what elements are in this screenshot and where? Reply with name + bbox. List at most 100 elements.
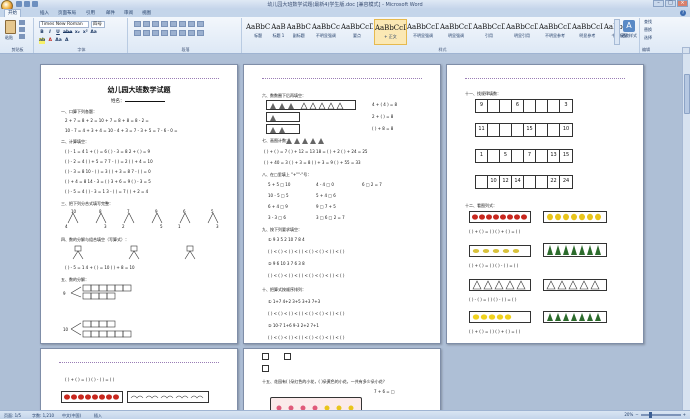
word-count[interactable]: 字数: 1,210 [32,413,54,419]
formula-line: ( ) + ( ) = ( ) ( ) + ( ) = ( ) [469,229,521,234]
change-case-button[interactable]: Aa [90,30,97,36]
page-decoration [262,78,422,81]
tab-mailings[interactable]: 邮件 [106,10,115,16]
tab-references[interactable]: 引用 [86,10,95,16]
copy-icon[interactable] [19,27,25,32]
replace-button[interactable]: 替换 [644,27,652,33]
select-button[interactable]: 选择 [644,35,652,41]
bird-picture [127,391,209,403]
section-heading: 一、口算下列各题： [61,109,97,114]
align-right-icon[interactable] [152,30,159,36]
text-line: ( ) - 5 = 4 ( ) - 3 = 1 3 - ( ) = 7 ( ) … [65,189,149,194]
align-center-icon[interactable] [143,30,150,36]
cut-icon[interactable] [19,20,25,25]
svg-text:10: 10 [71,209,77,214]
tab-view[interactable]: 视图 [142,10,151,16]
scroll-thumb[interactable] [684,74,690,114]
formula-line: ( ) + ( ) = ( ) ( ) + ( ) = ( ) [469,329,521,334]
char-border-button[interactable]: A [64,38,70,44]
equation: 7 + 6 = □ [374,389,395,394]
tab-review[interactable]: 审阅 [124,10,133,16]
superscript-button[interactable]: x² [82,30,88,36]
page-5[interactable]: 十五、花园有( )朵红色的小花，( )朵黄色的小花，一共有多少朵小花？ 7 + … [243,348,441,410]
close-button[interactable]: × [677,0,688,7]
highlight-button[interactable]: ab [39,38,46,44]
text-line: ( ) < ( ) < ( ) < ( ) < ( ) < ( ) < ( ) … [268,311,345,316]
distributed-icon[interactable] [170,30,177,36]
align-left-icon[interactable] [134,30,141,36]
language-indicator[interactable]: 中文(中国) [62,413,81,419]
line-spacing-icon[interactable] [179,30,186,36]
empty-gap [446,348,644,410]
zoom-out-icon[interactable]: − [635,412,638,417]
page-1[interactable]: 幼儿园大班数学试题 姓名： 一、口算下列各题： 2 + 7 = 8 + 2 = … [40,64,238,344]
font-name-field[interactable]: Times New Roman [39,21,89,28]
borders-icon[interactable] [197,30,204,36]
svg-text:9: 9 [63,291,66,296]
vertical-scrollbar[interactable] [682,54,690,410]
decrease-indent-icon[interactable] [161,21,168,27]
numbering-icon[interactable] [143,21,150,27]
name-line: 姓名： [111,98,165,104]
italic-button[interactable]: I [47,30,53,36]
bold-button[interactable]: B [39,30,45,36]
strikethrough-button[interactable]: abe [63,30,72,36]
text-line: ( ) + 4 = 8 14 - 3 = ( ) 3 + 6 = 9 ( ) -… [65,179,151,184]
zoom-slider[interactable] [640,411,681,418]
equation: 3 - 3 □ 6 [268,215,286,220]
font-color-button[interactable]: A [47,38,53,44]
equation: 5 + 5 □ 10 [268,182,291,187]
text-line: ( ) - 5 = 1 4 + ( ) = 10 ( ) + 8 = 10 [65,265,135,270]
triangle-box-2 [266,112,300,122]
paste-icon[interactable] [5,20,16,34]
find-button[interactable]: 查找 [644,19,652,25]
apple-picture [469,211,531,223]
tab-home[interactable]: 开始 [4,9,21,17]
section-heading: 十二、看图列式： [465,203,497,208]
page-indicator[interactable]: 页面: 1/5 [4,413,21,419]
insert-mode[interactable]: 插入 [94,413,102,419]
page-2[interactable]: 六、数数圈下后再填空： 4 + ( 4 ) = 8 2 + ( ) = 8 ( … [243,64,441,344]
page-4[interactable]: ( ) + ( ) = ( ) ( ) - ( ) = ( ) [40,348,238,410]
triangle-box-3 [266,124,300,134]
formula-line: ( ) - ( ) = ( ) ( ) - ( ) = ( ) [469,297,517,302]
increase-indent-icon[interactable] [170,21,177,27]
number-grid-2: 11 15 10 [475,123,573,137]
text-line: 十五、花园有( )朵红色的小花，( )朵黄色的小花，一共有多少朵小花？ [262,379,387,384]
equation: 9 □ 7 + 5 [316,204,336,209]
multilevel-list-icon[interactable] [152,21,159,27]
answer-box [262,353,269,360]
svg-text:6: 6 [183,209,186,214]
font-size-field[interactable]: 四号 [91,21,105,28]
char-shading-button[interactable]: Aa [55,38,62,44]
combine-diagrams [72,245,196,260]
window-controls: – □ × [653,0,688,7]
tab-insert[interactable]: 插入 [40,10,49,16]
svg-text:5: 5 [211,209,214,214]
subscript-button[interactable]: x₂ [74,30,80,36]
editing-group-label: 编辑 [642,47,650,52]
ruler-toggle-icon[interactable] [682,47,690,54]
bullets-icon[interactable] [134,21,141,27]
underline-button[interactable]: U [55,30,61,36]
document-area[interactable]: 幼儿园大班数学试题 姓名： 一、口算下列各题： 2 + 7 = 8 + 2 = … [0,54,690,410]
zoom-slider-thumb[interactable] [648,411,652,418]
zoom-in-icon[interactable]: + [683,412,686,417]
equation: 3 □ 6 □ 2 = 7 [316,215,345,220]
maximize-button[interactable]: □ [665,0,676,7]
equation: 6 □ 2 = 7 [362,182,382,187]
equation: 5 + 4 □ 6 [316,193,336,198]
justify-icon[interactable] [161,30,168,36]
minimize-button[interactable]: – [653,0,664,7]
tab-page-layout[interactable]: 页面布局 [58,10,76,16]
paste-button[interactable]: 粘贴 [5,35,13,41]
format-painter-icon[interactable] [19,34,25,39]
zoom-level[interactable]: 20% [624,412,633,417]
show-marks-icon[interactable] [197,21,204,27]
chinese-layout-icon[interactable] [179,21,186,27]
sort-icon[interactable] [188,21,195,27]
page-3[interactable]: 十一、找规律填数： 963 11 15 10 1 5 7 13 15 10 12 14 22 24 … [446,64,644,344]
help-icon[interactable]: ? [680,10,686,16]
title-bar: 幼儿园大班数学试题(最新4)学生版.doc [兼容模式] - Microsoft… [0,0,690,12]
shading-icon[interactable] [188,30,195,36]
